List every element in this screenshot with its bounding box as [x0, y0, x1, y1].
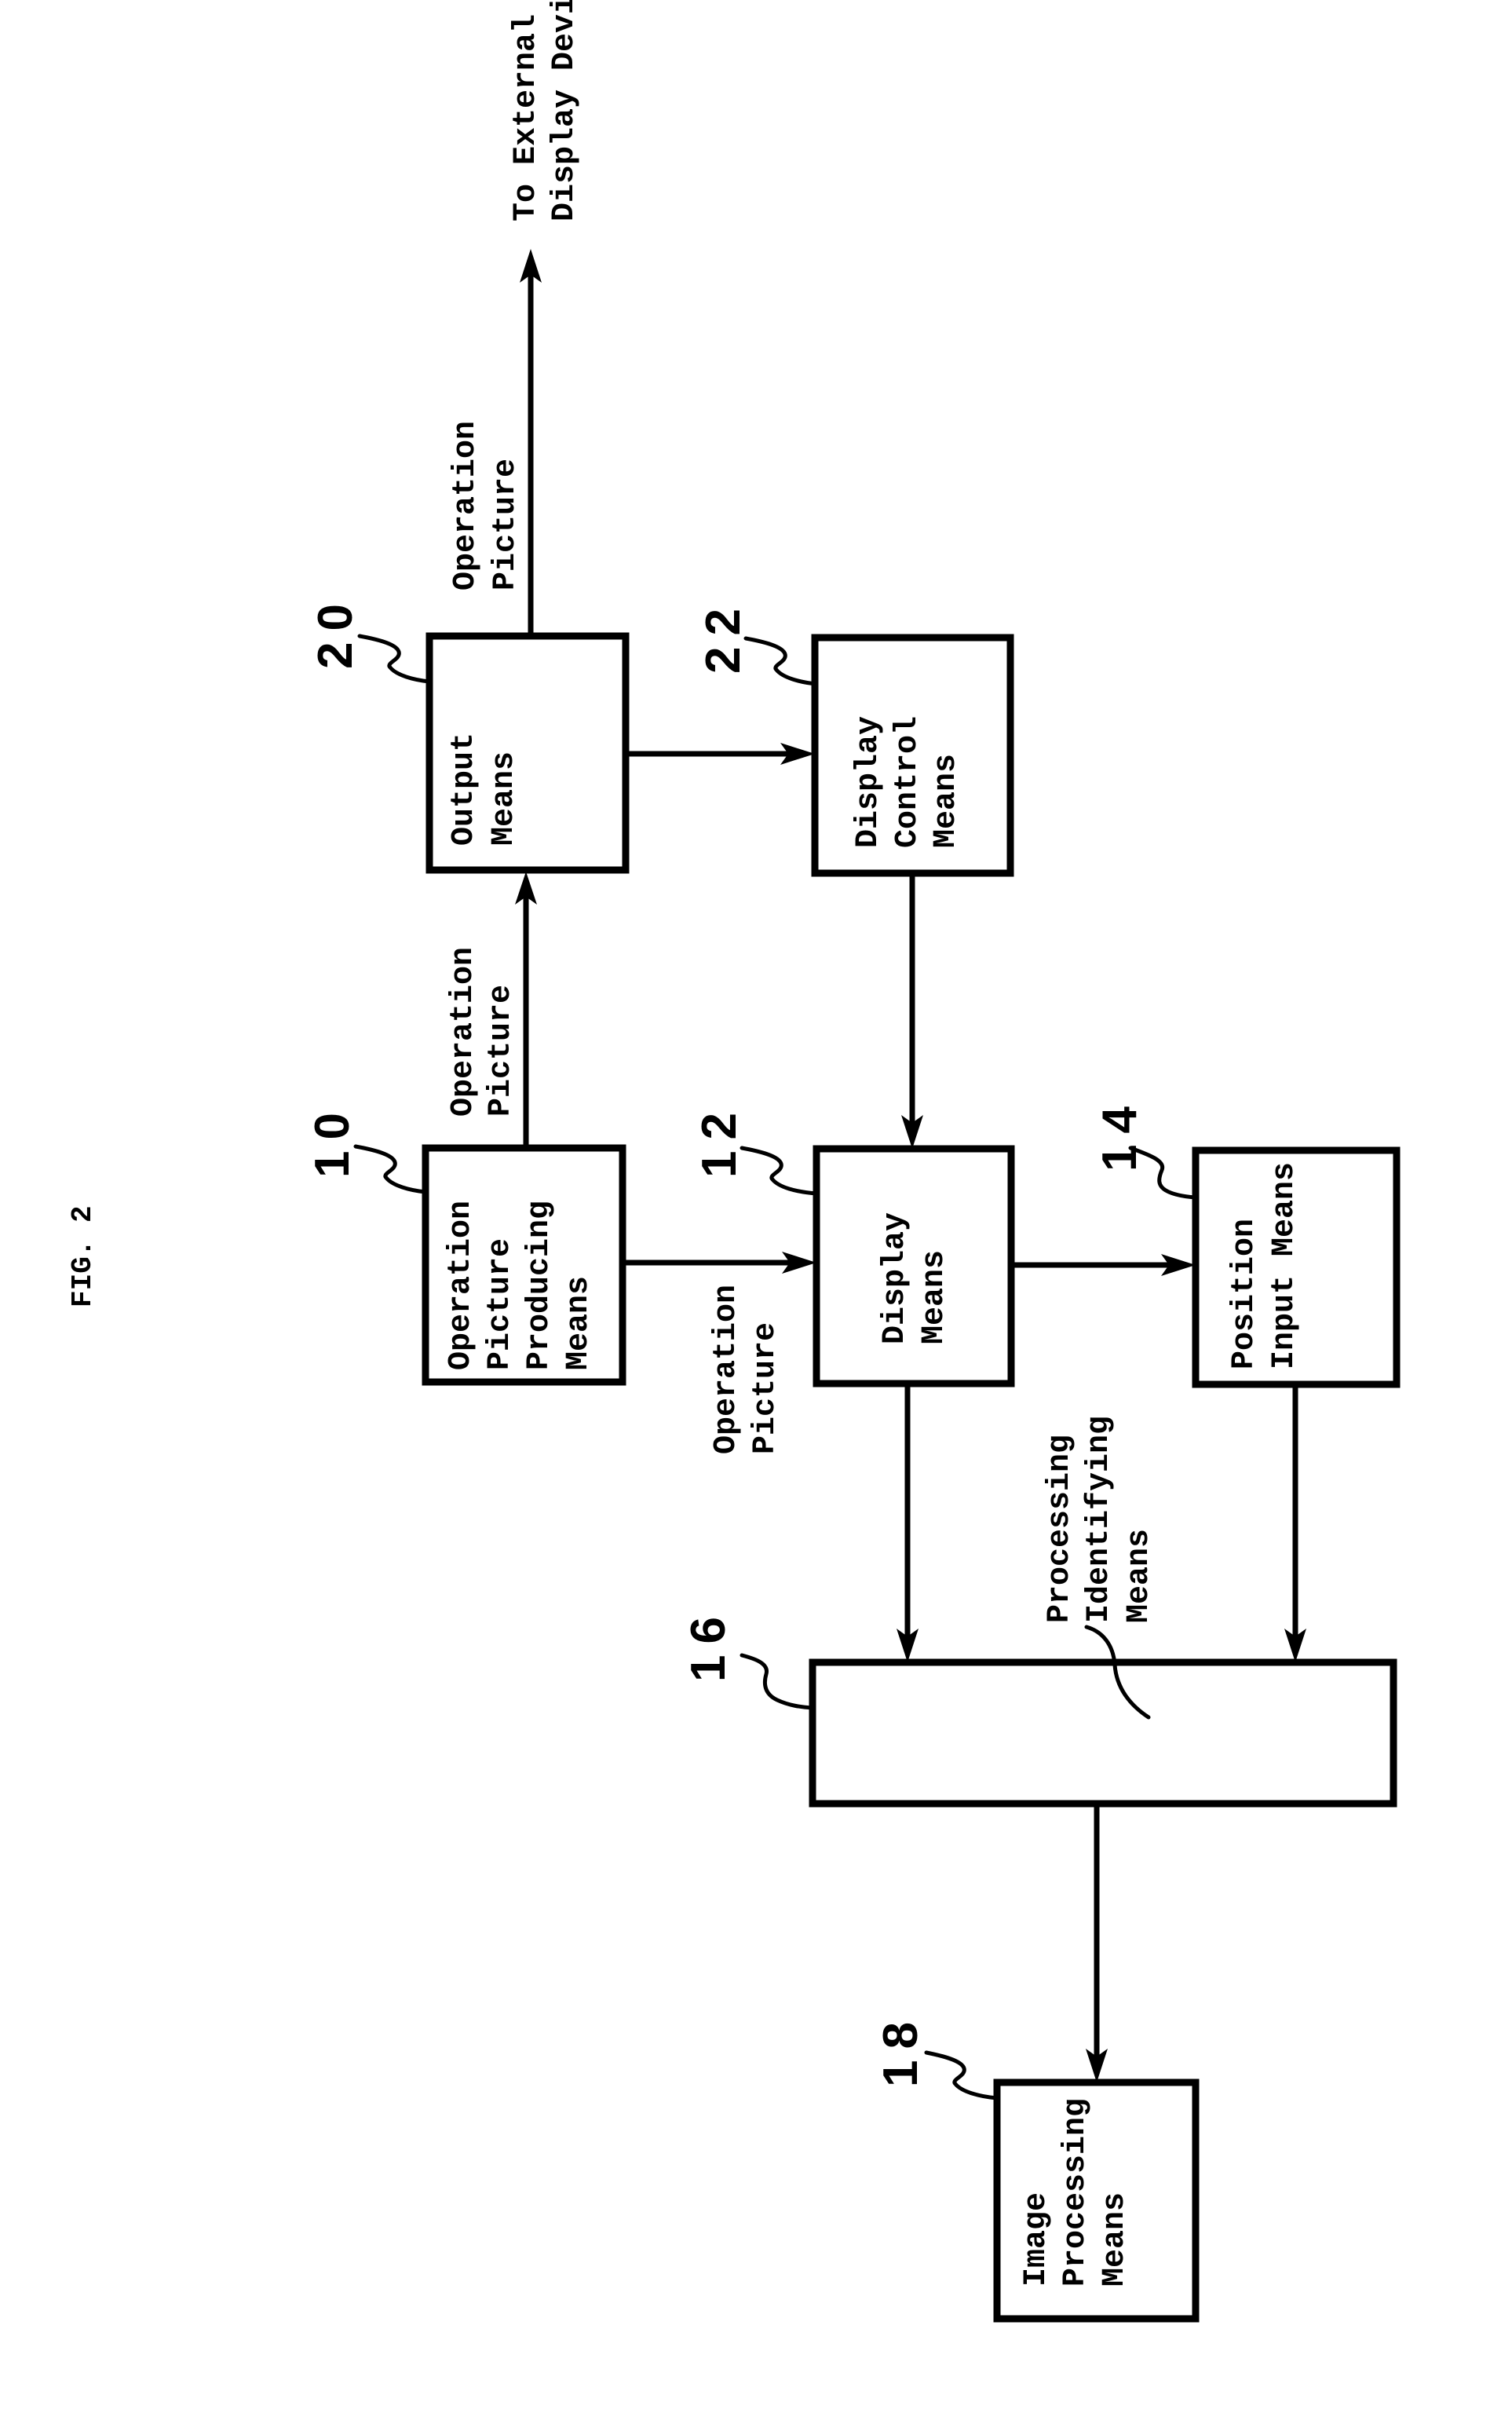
- box-operation-picture-producing-means[interactable]: Operation Picture Producing Means: [422, 1144, 626, 1386]
- box-label-line: Means: [1122, 1529, 1157, 1623]
- external-display-label: To External Display Device: [509, 0, 583, 221]
- box-label-line: Picture: [483, 1238, 518, 1370]
- box-label-line: Input Means: [1267, 1162, 1302, 1369]
- box-label-line: Producing: [522, 1201, 557, 1370]
- svg-text:14: 14: [1093, 1095, 1147, 1172]
- ref-numeral-14: 14: [1093, 1095, 1198, 1200]
- svg-text:18: 18: [874, 2011, 928, 2087]
- arrow-12-to-16: [897, 1384, 919, 1662]
- box-label-line: Processing: [1043, 1435, 1078, 1623]
- svg-text:10: 10: [305, 1102, 360, 1178]
- box-label-line: Control: [890, 716, 926, 848]
- ref-numeral-12: 12: [692, 1102, 819, 1196]
- box-label-line: Position: [1227, 1219, 1262, 1369]
- svg-text:Picture: Picture: [484, 985, 519, 1117]
- edge-label-20-to-external: Operation Picture: [448, 421, 524, 590]
- svg-text:Picture: Picture: [488, 459, 524, 590]
- box-processing-identifying-means[interactable]: Processing Identifying Means: [809, 1416, 1397, 1808]
- svg-text:Operation: Operation: [446, 947, 481, 1117]
- ref-numeral-16: 16: [681, 1606, 815, 1710]
- svg-text:To External: To External: [509, 14, 544, 221]
- box-output-means[interactable]: Output Means: [425, 632, 630, 874]
- block-diagram: FIG. 2 Operation Picture Producing Means…: [67, 0, 1401, 2323]
- svg-text:22: 22: [696, 598, 751, 674]
- svg-text:Operation: Operation: [709, 1285, 744, 1454]
- box-label-line: Means: [487, 751, 522, 846]
- box-label-line: Means: [917, 1250, 952, 1344]
- svg-text:12: 12: [692, 1102, 747, 1178]
- ref-numeral-10: 10: [305, 1102, 428, 1194]
- ref-numeral-18: 18: [874, 2011, 999, 2100]
- arrow-20-to-22: [626, 743, 815, 765]
- box-label-line: Display: [878, 1212, 913, 1344]
- ref-numeral-20: 20: [309, 593, 432, 684]
- box-label-line: Means: [1097, 2192, 1133, 2287]
- svg-text:16: 16: [681, 1606, 736, 1682]
- arrow-16-to-18: [1086, 1804, 1108, 2082]
- svg-text:Picture: Picture: [748, 1322, 783, 1454]
- arrow-22-to-12: [901, 873, 923, 1149]
- edge-label-10-to-12: Operation Picture: [709, 1285, 783, 1454]
- edge-label-10-to-20: Operation Picture: [446, 947, 519, 1117]
- figure-title: FIG. 2: [67, 1205, 99, 1307]
- box-label-line: Means: [561, 1276, 597, 1370]
- box-display-means[interactable]: Display Means: [813, 1145, 1015, 1387]
- box-label-line: Output: [447, 733, 482, 846]
- box-display-control-means[interactable]: Display Control Means: [811, 634, 1014, 877]
- svg-text:Operation: Operation: [448, 421, 484, 590]
- box-position-input-means[interactable]: Position Input Means: [1192, 1146, 1401, 1388]
- box-label-line: Means: [929, 754, 964, 848]
- svg-text:Display Device: Display Device: [547, 0, 583, 221]
- box-label-line: Identifying: [1082, 1416, 1117, 1623]
- box-label-line: Processing: [1058, 2098, 1094, 2287]
- box-image-processing-means[interactable]: Image Processing Means: [993, 2078, 1200, 2323]
- arrow-14-to-16: [1284, 1384, 1306, 1662]
- arrow-10-to-12: [623, 1252, 816, 1274]
- svg-text:20: 20: [309, 593, 363, 669]
- box-label-line: Display: [851, 716, 886, 848]
- box-label-line: Operation: [444, 1201, 479, 1370]
- ref-numeral-22: 22: [696, 598, 819, 686]
- arrow-12-to-14: [1011, 1254, 1196, 1276]
- box-label-line: Image: [1019, 2192, 1054, 2287]
